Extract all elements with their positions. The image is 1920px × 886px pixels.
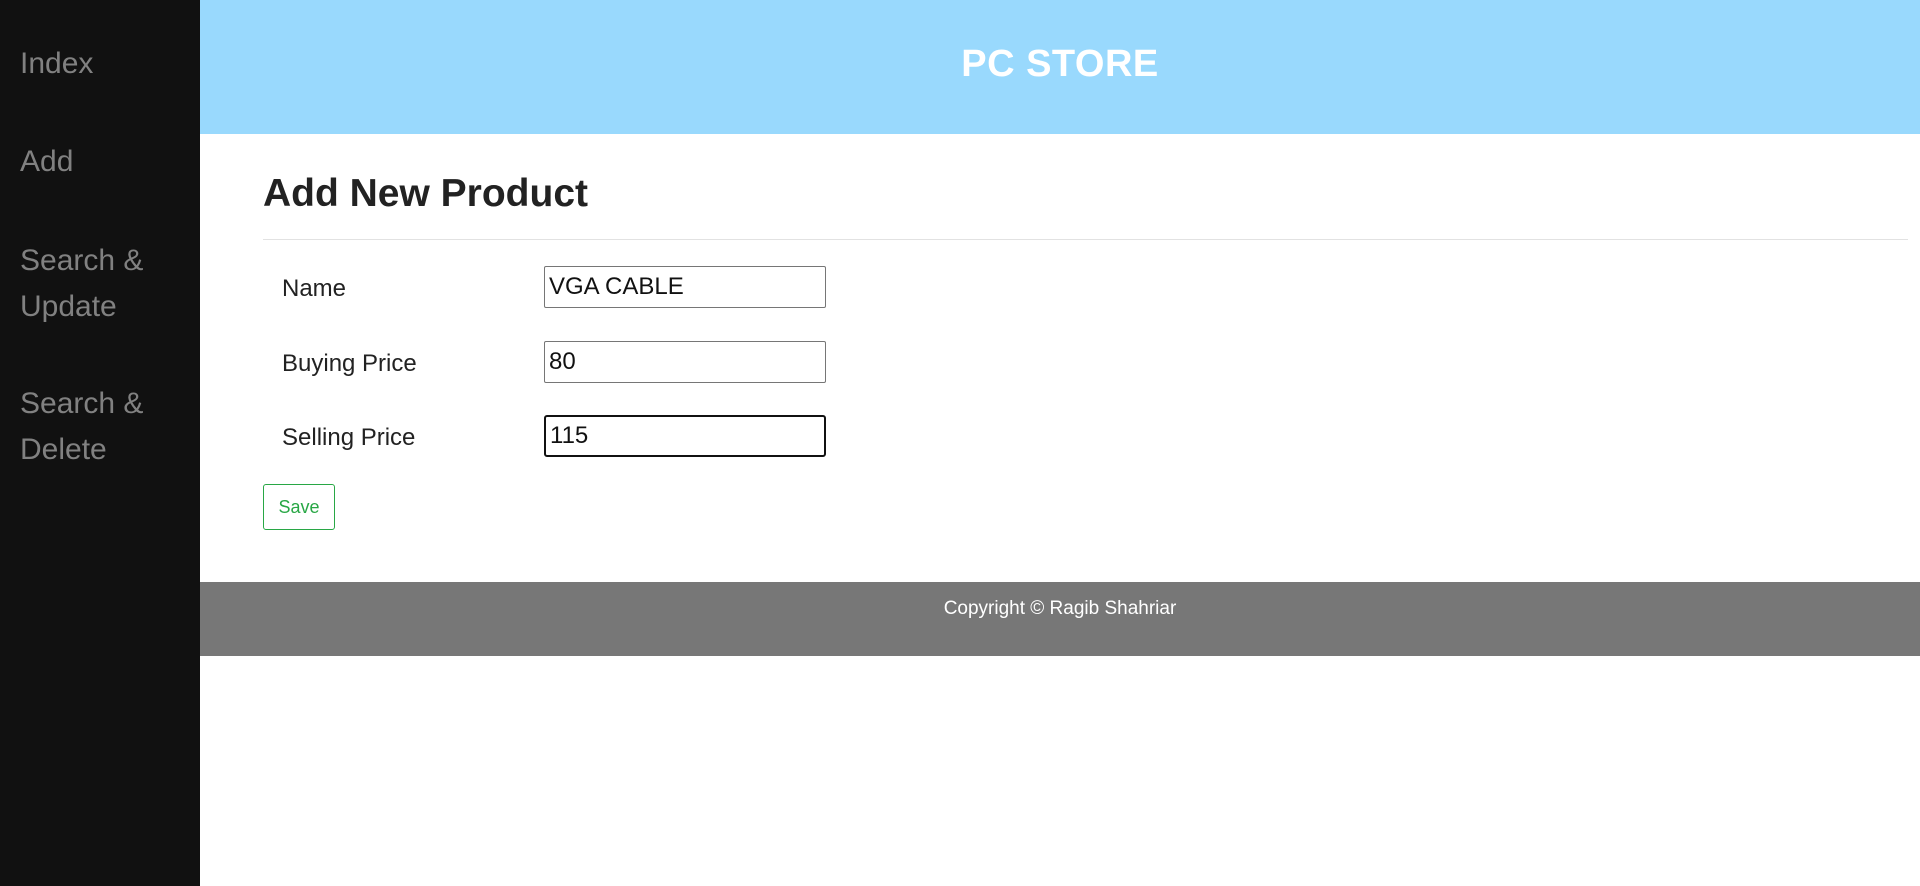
- page-title: Add New Product: [263, 172, 589, 215]
- buying-price-input[interactable]: [544, 341, 826, 383]
- name-label: Name: [282, 275, 347, 302]
- buying-price-label: Buying Price: [282, 350, 417, 377]
- buying-price-row: Buying Price: [282, 341, 882, 387]
- title-divider: [263, 239, 1908, 240]
- sidebar-item-add[interactable]: Add: [0, 139, 93, 185]
- main-content: PC STORE Add New Product Name Buying Pri…: [200, 0, 1920, 886]
- footer: Copyright © Ragib Shahriar: [200, 582, 1920, 656]
- name-input[interactable]: [544, 266, 826, 308]
- save-button[interactable]: Save: [263, 484, 335, 530]
- sidebar-item-index[interactable]: Index: [0, 41, 113, 87]
- sidebar-item-search-update[interactable]: Search & Update: [0, 238, 190, 330]
- header-banner: PC STORE: [200, 0, 1920, 134]
- sidebar-item-search-delete[interactable]: Search & Delete: [0, 381, 190, 473]
- copyright-text: Copyright © Ragib Shahriar: [943, 598, 1177, 619]
- selling-price-row: Selling Price: [282, 415, 882, 461]
- store-title: PC STORE: [961, 43, 1159, 85]
- selling-price-label: Selling Price: [282, 424, 416, 451]
- selling-price-input[interactable]: [544, 415, 826, 457]
- sidebar: Index Add Search & Update Search & Delet…: [0, 0, 200, 886]
- name-row: Name: [282, 266, 882, 312]
